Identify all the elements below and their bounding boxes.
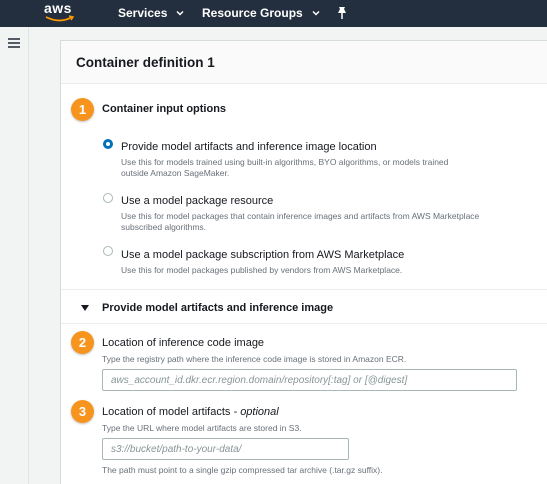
model-artifacts-description: Type the URL where model artifacts are s…	[102, 423, 302, 433]
step-badge-3: 3	[71, 400, 94, 423]
radio-option-description: Use this for model packages that contain…	[121, 211, 480, 221]
step-badge-1: 1	[71, 98, 94, 121]
step-badge-2: 2	[71, 331, 94, 354]
radio-option-label[interactable]: Use a model package subscription from AW…	[121, 249, 404, 261]
radio-option-label[interactable]: Use a model package resource	[121, 195, 273, 207]
resource-groups-menu-label: Resource Groups	[202, 6, 303, 20]
aws-logo-text: aws	[44, 0, 72, 16]
chevron-down-icon	[176, 10, 184, 16]
panel-title: Container definition 1	[76, 55, 215, 70]
section-divider	[61, 289, 547, 290]
radio-option-label[interactable]: Provide model artifacts and inference im…	[121, 141, 377, 153]
section-divider	[61, 323, 547, 324]
side-navigation-bar	[0, 27, 29, 484]
optional-tag: - optional	[233, 406, 279, 418]
radio-option-description: Use this for model packages published by…	[121, 265, 403, 275]
inference-code-description: Type the registry path where the inferen…	[102, 354, 407, 364]
resource-groups-menu[interactable]: Resource Groups	[202, 6, 321, 20]
model-artifacts-input[interactable]	[102, 438, 349, 460]
radio-option-description: outside Amazon SageMaker.	[121, 168, 230, 178]
model-artifacts-label-text: Location of model artifacts	[102, 406, 231, 418]
model-artifacts-label: Location of model artifacts - optional	[102, 406, 279, 418]
container-definition-panel: Container definition 1 1 Container input…	[60, 40, 547, 484]
aws-logo[interactable]: aws	[44, 0, 78, 24]
artifacts-section-title: Provide model artifacts and inference im…	[102, 302, 334, 314]
caret-down-icon	[81, 305, 89, 311]
panel-header: Container definition 1	[61, 41, 547, 84]
services-menu-label: Services	[118, 6, 168, 20]
model-artifacts-hint: The path must point to a single gzip com…	[102, 465, 383, 475]
menu-icon[interactable]	[8, 38, 20, 48]
radio-button[interactable]	[103, 246, 113, 256]
radio-option-description: Use this for models trained using built-…	[121, 157, 449, 167]
chevron-down-icon	[312, 10, 320, 16]
radio-button[interactable]	[103, 139, 113, 149]
aws-smile-icon	[45, 15, 75, 22]
inference-code-label: Location of inference code image	[102, 337, 265, 349]
container-input-options-title: Container input options	[102, 103, 227, 115]
radio-button[interactable]	[103, 193, 113, 203]
inference-code-image-input[interactable]	[102, 369, 517, 391]
radio-option-description: subscribed algorithms.	[121, 222, 207, 232]
services-menu[interactable]: Services	[118, 6, 185, 20]
top-navigation-bar: aws Services Resource Groups	[0, 0, 547, 27]
pin-icon[interactable]	[336, 6, 348, 20]
